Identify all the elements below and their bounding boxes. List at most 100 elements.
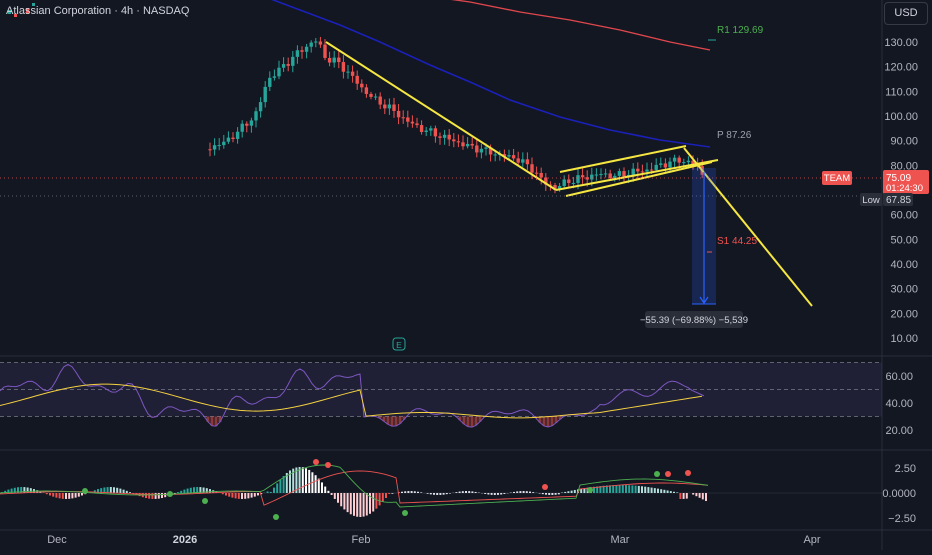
candle <box>222 141 226 146</box>
candle <box>392 104 396 111</box>
candle <box>364 87 369 94</box>
macd-cross-dot <box>587 487 593 493</box>
candle <box>304 46 309 52</box>
candle <box>525 159 530 165</box>
macd-cross-dot <box>685 470 691 476</box>
candle <box>235 131 240 139</box>
candle <box>373 96 378 98</box>
macd-cross-dot <box>202 498 208 504</box>
candle <box>291 56 295 66</box>
macd-cross-dot <box>167 491 173 497</box>
candle <box>332 57 336 63</box>
macd-cross-dot <box>542 484 548 490</box>
candle <box>433 128 438 137</box>
candle <box>682 162 686 164</box>
time-axis-label: Feb <box>352 534 371 546</box>
candle <box>507 155 511 157</box>
macd-cross-dot <box>325 462 331 468</box>
candle <box>396 110 401 118</box>
candle <box>314 41 318 43</box>
candle <box>622 171 626 177</box>
candle <box>419 125 424 132</box>
candle <box>249 120 254 126</box>
candle <box>415 123 419 126</box>
rsi-axis-tick: 40.00 <box>885 398 913 410</box>
candle <box>613 175 617 179</box>
candle <box>484 147 488 149</box>
candle <box>383 104 387 109</box>
trendline <box>325 41 557 191</box>
measure-label-text: −55.39 (−69.88%) −5,539 <box>640 315 748 326</box>
candle <box>562 179 566 186</box>
macd-axis-tick: 0.0000 <box>882 488 916 500</box>
countdown: 01:24:30 <box>886 183 923 194</box>
candle <box>323 44 327 58</box>
macd-axis-tick: 2.50 <box>895 463 916 475</box>
macd-cross-dot <box>82 488 88 494</box>
candle <box>245 123 249 126</box>
macd-cross-dot <box>273 514 279 520</box>
macd-cross-dot <box>313 459 319 465</box>
candle <box>346 71 350 73</box>
candle <box>424 130 428 132</box>
trendline <box>559 145 687 173</box>
candle <box>511 155 516 159</box>
candle <box>645 169 649 172</box>
macd-cross-dot <box>654 471 660 477</box>
candle <box>649 169 654 171</box>
price-axis-tick: 10.00 <box>890 333 918 345</box>
price-axis-tick: 100.00 <box>884 111 918 123</box>
candle <box>295 50 300 57</box>
candle <box>355 75 359 84</box>
candle <box>659 163 663 165</box>
candle <box>240 123 244 132</box>
time-axis-label: 2026 <box>173 534 197 546</box>
candle <box>539 172 543 178</box>
pivot-label: P 87.26 <box>717 130 752 141</box>
time-axis-label: Mar <box>611 534 630 546</box>
earnings-marker: E <box>396 340 402 350</box>
candle <box>672 157 677 162</box>
price-axis-tick: 40.00 <box>890 259 918 271</box>
candle <box>309 42 313 47</box>
candle <box>226 137 231 142</box>
candle <box>406 117 410 122</box>
currency-button[interactable]: USD <box>884 2 928 25</box>
candle <box>277 67 281 77</box>
ma-slow-line <box>451 0 711 51</box>
macd-cross-dot <box>402 510 408 516</box>
candle <box>217 145 221 147</box>
candle <box>387 104 392 109</box>
chart-stage[interactable]: 130.00120.00110.00100.0090.0080.0070.006… <box>0 0 932 550</box>
candle <box>401 117 405 119</box>
candle <box>254 111 258 121</box>
candle <box>231 137 235 139</box>
candle <box>608 173 612 179</box>
candle <box>461 142 465 147</box>
candle <box>208 149 212 151</box>
candle <box>327 57 332 63</box>
candle <box>567 179 571 183</box>
candle <box>590 174 594 180</box>
rsi-axis-tick: 60.00 <box>885 371 913 383</box>
price-axis-tick: 130.00 <box>884 37 918 49</box>
candle <box>576 175 580 183</box>
candle <box>475 145 479 153</box>
candle <box>286 64 290 66</box>
candle <box>571 182 576 184</box>
candle <box>631 168 635 175</box>
price-axis-tick: 20.00 <box>890 308 918 320</box>
candle <box>447 134 451 140</box>
price-axis-tick: 30.00 <box>890 284 918 296</box>
candle <box>369 93 373 97</box>
price-axis-tick: 120.00 <box>884 62 918 74</box>
candle <box>654 164 658 170</box>
candle <box>212 145 217 150</box>
candle <box>493 154 497 156</box>
candle <box>617 171 622 176</box>
low-value: 67.85 <box>886 195 911 206</box>
candle <box>318 41 323 45</box>
candle <box>663 163 668 168</box>
candle <box>268 77 272 87</box>
chart-canvas[interactable]: 130.00120.00110.00100.0090.0080.0070.006… <box>0 0 932 550</box>
